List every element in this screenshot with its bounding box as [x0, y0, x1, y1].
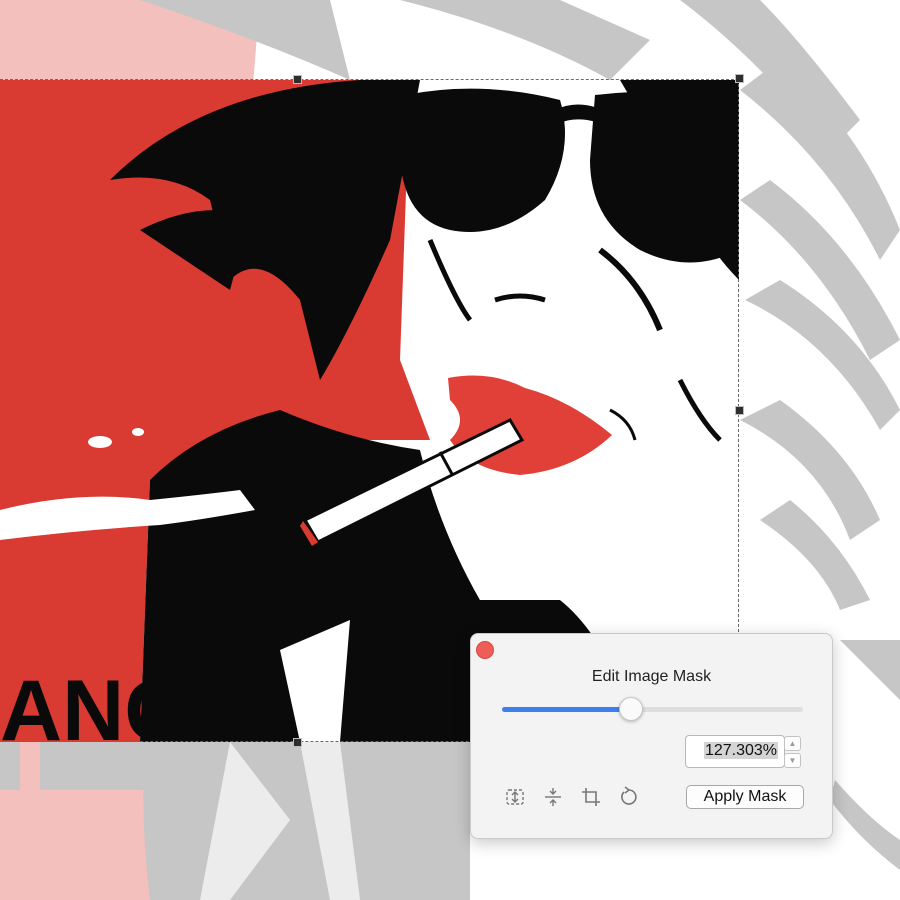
- rotate-icon[interactable]: [618, 786, 640, 808]
- stepper-down-button[interactable]: ▼: [784, 753, 801, 768]
- scale-stepper[interactable]: ▲ ▼: [784, 736, 801, 768]
- slider-fill: [502, 707, 631, 712]
- resize-handle-top-right[interactable]: [735, 74, 744, 83]
- resize-handle-bottom-center[interactable]: [293, 738, 302, 747]
- edit-image-mask-panel: Edit Image Mask 127.303% ▲ ▼ Apply Mask: [470, 633, 833, 839]
- apply-mask-button[interactable]: Apply Mask: [686, 785, 804, 809]
- resize-handle-top-center[interactable]: [293, 75, 302, 84]
- stepper-up-button[interactable]: ▲: [784, 736, 801, 751]
- scale-value-field[interactable]: 127.303%: [685, 735, 785, 768]
- close-button[interactable]: [476, 641, 494, 659]
- scale-slider[interactable]: [502, 697, 803, 721]
- resize-handle-middle-right[interactable]: [735, 406, 744, 415]
- panel-title: Edit Image Mask: [591, 668, 712, 685]
- center-icon[interactable]: [542, 786, 564, 808]
- scale-value-text: 127.303%: [703, 742, 778, 759]
- crop-icon[interactable]: [580, 786, 602, 808]
- fit-icon[interactable]: [504, 786, 526, 808]
- slider-thumb[interactable]: [618, 697, 643, 721]
